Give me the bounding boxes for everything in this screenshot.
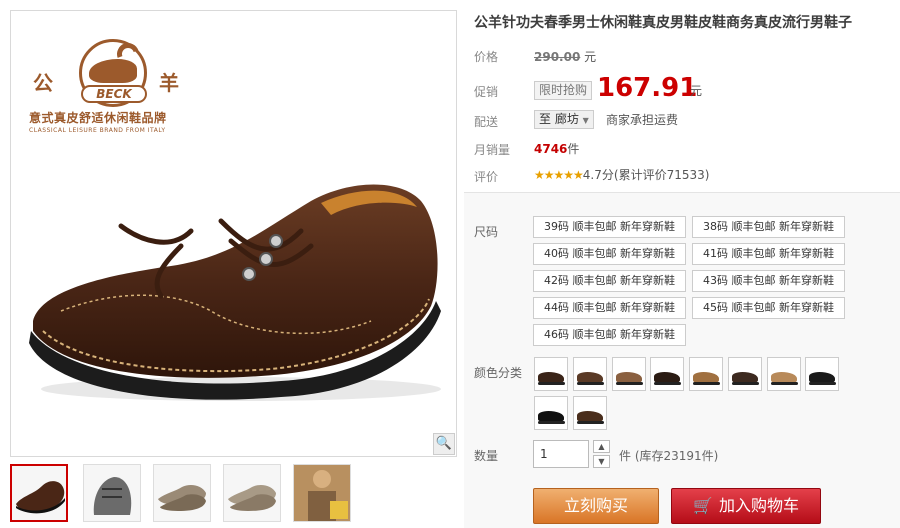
quantity-label: 数量 [474, 449, 499, 463]
shipping-destination-select[interactable]: 至 廊坊 ▼ [534, 110, 594, 129]
zoom-icon[interactable]: 🔍 [433, 433, 455, 455]
promo-price: 167.91 [597, 73, 698, 103]
shipping-destination: 至 廊坊 [539, 112, 579, 126]
size-option[interactable]: 40码 顺丰包邮 新年穿新鞋 [533, 243, 686, 265]
quantity-decrease-button[interactable]: ▼ [593, 455, 610, 468]
brand-logo: 公 羊 BECK 意式真皮舒适休闲鞋品牌 CLASSICAL LEISURE B… [29, 37, 199, 137]
quantity-input[interactable]: 1 [533, 440, 589, 468]
shipping-note: 商家承担运费 [606, 113, 679, 127]
shoe-photo [29, 184, 441, 401]
thumbnail-5-image [294, 465, 350, 521]
swatch-sole [809, 382, 836, 385]
color-swatch[interactable] [573, 357, 607, 391]
goat-icon [89, 59, 137, 83]
main-product-image[interactable]: 公 羊 BECK 意式真皮舒适休闲鞋品牌 CLASSICAL LEISURE B… [10, 10, 457, 457]
thumbnail-2-image [93, 477, 132, 515]
color-swatch[interactable] [573, 396, 607, 430]
cart-icon: 🛒 [693, 496, 713, 515]
promo-label: 促销 [474, 85, 499, 99]
original-price: 290.00 [534, 50, 581, 64]
thumbnail-active-indicator [39, 464, 51, 465]
price-row: 290.00 元 [534, 48, 596, 65]
rating-label: 评价 [474, 170, 499, 184]
size-option[interactable]: 43码 顺丰包邮 新年穿新鞋 [692, 270, 845, 292]
buy-now-button[interactable]: 立刻购买 [533, 488, 659, 524]
brand-char-right: 羊 [159, 71, 179, 95]
swatch-sole [538, 382, 565, 385]
swatch-sole [771, 382, 798, 385]
swatch-sole [654, 382, 681, 385]
thumbnail-4-image [228, 485, 276, 511]
add-to-cart-button[interactable]: 🛒 加入购物车 [671, 488, 821, 524]
add-to-cart-label: 加入购物车 [718, 496, 799, 515]
color-swatch[interactable] [689, 357, 723, 391]
swatch-sole [693, 382, 720, 385]
chevron-down-icon: ▼ [582, 116, 589, 125]
color-swatch[interactable] [728, 357, 762, 391]
rating-score: 4.7分(累计评价71533) [582, 168, 710, 182]
brand-name: BECK [81, 85, 147, 103]
thumbnail-2[interactable] [83, 464, 141, 522]
brand-char-left: 公 [33, 71, 53, 95]
price-unit: 元 [584, 50, 597, 64]
size-option[interactable]: 38码 顺丰包邮 新年穿新鞋 [692, 216, 845, 238]
size-option[interactable]: 46码 顺丰包邮 新年穿新鞋 [533, 324, 686, 346]
promo-price-unit: 元 [690, 84, 703, 98]
size-label: 尺码 [474, 225, 499, 239]
size-option[interactable]: 45码 顺丰包邮 新年穿新鞋 [692, 297, 845, 319]
color-swatch[interactable] [767, 357, 801, 391]
thumbnail-5[interactable] [293, 464, 351, 522]
size-option[interactable]: 42码 顺丰包邮 新年穿新鞋 [533, 270, 686, 292]
thumbnail-1-image [16, 481, 65, 514]
price-info-box: 价格 290.00 元 促销 限时抢购 167.91 元 配送 至 廊坊 ▼ 商… [464, 40, 900, 190]
sales-count: 4746 [534, 142, 568, 156]
color-label: 颜色分类 [474, 366, 523, 380]
color-swatch[interactable] [612, 357, 646, 391]
product-title: 公羊针功夫春季男士休闲鞋真皮男鞋皮鞋商务真皮流行男鞋子 [474, 15, 852, 31]
size-option[interactable]: 44码 顺丰包邮 新年穿新鞋 [533, 297, 686, 319]
stock-info: 件 (库存23191件) [619, 449, 719, 463]
brand-slogan: 意式真皮舒适休闲鞋品牌 [29, 111, 167, 125]
color-swatch[interactable] [534, 396, 568, 430]
color-swatch[interactable] [805, 357, 839, 391]
swatch-sole [732, 382, 759, 385]
sales-unit: 件 [567, 142, 580, 156]
size-option[interactable]: 39码 顺丰包邮 新年穿新鞋 [533, 216, 686, 238]
size-option[interactable]: 41码 顺丰包邮 新年穿新鞋 [692, 243, 845, 265]
price-label: 价格 [474, 50, 499, 64]
swatch-sole [538, 421, 565, 424]
promo-tag: 限时抢购 [534, 81, 593, 100]
swatch-sole [616, 382, 643, 385]
rating-stars-icon: ★★★★★ [534, 168, 584, 182]
rating-row[interactable]: ★★★★★4.7分(累计评价71533) [534, 166, 709, 183]
brand-english-tagline: CLASSICAL LEISURE BRAND FROM ITALY [29, 127, 166, 134]
swatch-sole [577, 382, 604, 385]
sales-label: 月销量 [474, 143, 511, 157]
swatch-sole [577, 421, 604, 424]
color-swatch[interactable] [650, 357, 684, 391]
shipping-label: 配送 [474, 115, 499, 129]
thumbnail-3[interactable] [153, 464, 211, 522]
color-swatch[interactable] [534, 357, 568, 391]
sales-row: 4746件 [534, 140, 579, 157]
quantity-increase-button[interactable]: ▲ [593, 440, 610, 453]
thumbnail-1[interactable] [10, 464, 68, 522]
thumbnail-3-image [158, 485, 206, 511]
thumbnail-4[interactable] [223, 464, 281, 522]
